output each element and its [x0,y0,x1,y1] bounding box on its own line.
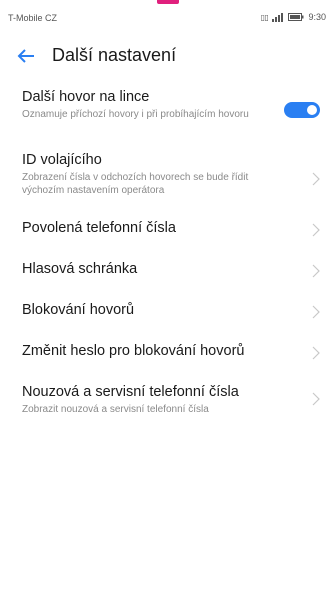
setting-title: Povolená telefonní čísla [22,220,176,236]
app-bar: Další nastavení [0,36,334,76]
setting-title: Změnit heslo pro blokování hovorů [22,343,245,359]
settings-list: Další hovor na lince Oznamuje příchozí h… [0,80,334,424]
setting-title: Nouzová a servisní telefonní čísla [22,384,239,400]
setting-call-barring[interactable]: Blokování hovorů [0,292,334,333]
setting-subtitle: Zobrazit nouzová a servisní telefonní čí… [22,404,209,415]
carrier-name: T-Mobile CZ [8,13,58,23]
toggle-knob [307,105,317,115]
page-title: Další nastavení [52,45,177,65]
clock: 9:30 [308,12,326,22]
setting-call-waiting[interactable]: Další hovor na lince Oznamuje příchozí h… [0,80,334,146]
arrow-left-icon[interactable] [16,46,36,66]
setting-title: Blokování hovorů [22,302,135,318]
setting-fixed-dialing-numbers[interactable]: Povolená telefonní čísla [0,210,334,251]
battery-icon [288,13,304,21]
chevron-right-icon [312,392,320,406]
setting-title: Hlasová schránka [22,261,138,277]
setting-title: ID volajícího [22,152,102,168]
call-waiting-toggle[interactable] [284,102,320,118]
chevron-right-icon [312,223,320,237]
chevron-right-icon [312,264,320,278]
setting-emergency-numbers[interactable]: Nouzová a servisní telefonní čísla Zobra… [0,374,334,424]
status-bar: T-Mobile CZ ▯▯ 9:30 [0,0,334,30]
setting-caller-id[interactable]: ID volajícího Zobrazení čísla v odchozíc… [0,146,334,210]
setting-voicemail[interactable]: Hlasová schránka [0,251,334,292]
setting-change-barring-password[interactable]: Změnit heslo pro blokování hovorů [0,333,334,374]
setting-subtitle: Oznamuje příchozí hovory i při probíhají… [22,109,249,120]
chevron-right-icon [312,346,320,360]
chevron-right-icon [312,305,320,319]
setting-subtitle: Zobrazení čísla v odchozích hovorech se … [22,172,249,196]
status-icons: ▯▯ 9:30 [261,12,326,22]
signal-icon [272,12,284,22]
chevron-right-icon [312,172,320,186]
sim-icon: ▯▯ [260,12,269,22]
